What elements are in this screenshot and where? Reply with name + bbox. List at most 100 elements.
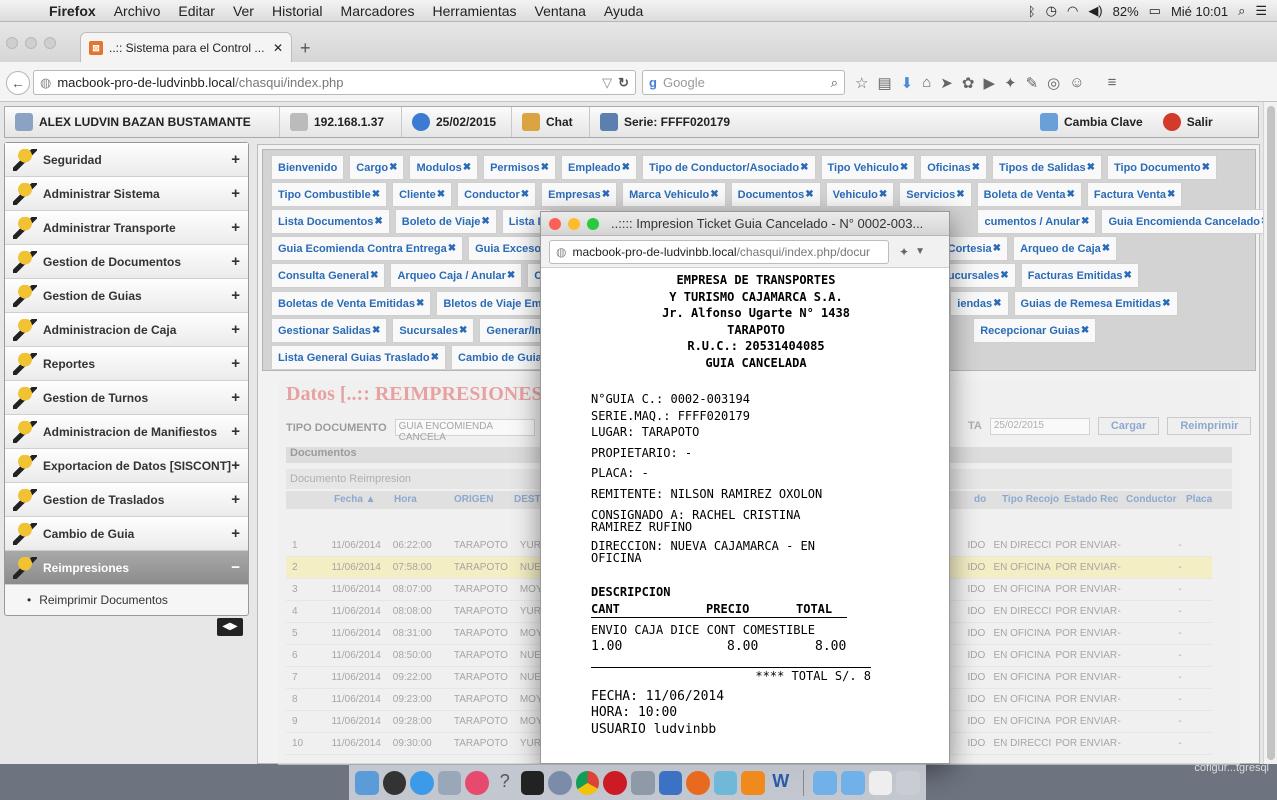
col-origen[interactable]: ORIGEN: [450, 491, 510, 509]
bookmark-star-icon[interactable]: ☆: [855, 74, 868, 92]
close-icon[interactable]: ✖: [805, 189, 813, 200]
url-bar[interactable]: ◍ macbook-pro-de-ludvinbb.local/chasqui/…: [33, 70, 636, 95]
reimprimir-button[interactable]: Reimprimir: [1167, 417, 1252, 435]
tab-gestionar-salidas[interactable]: Gestionar Salidas ✖: [271, 318, 388, 343]
tab-oficinas[interactable]: Oficinas ✖: [920, 155, 987, 180]
home-icon[interactable]: ⌂: [922, 74, 931, 92]
word-icon[interactable]: W: [769, 771, 793, 795]
close-icon[interactable]: ✖: [1162, 298, 1170, 309]
sidebar-item-gestion-turnos[interactable]: Gestion de Turnos +: [5, 381, 248, 415]
tab-arqueo-caja-anular[interactable]: Arqueo Caja / Anular ✖: [390, 263, 523, 288]
documents-folder-icon[interactable]: [841, 770, 865, 795]
tab-documentos-anular[interactable]: cumentos / Anular ✖: [977, 209, 1097, 234]
help-icon[interactable]: ?: [493, 771, 517, 795]
reload-icon[interactable]: ↻: [618, 75, 629, 91]
close-icon[interactable]: ✖: [602, 189, 610, 200]
close-icon[interactable]: ✖: [972, 162, 980, 173]
col-estado[interactable]: do: [970, 491, 998, 509]
terminal-icon[interactable]: [520, 770, 545, 795]
change-key-button[interactable]: Cambia Clave: [1030, 107, 1153, 137]
tab-documentos[interactable]: Documentos ✖: [730, 182, 821, 207]
sidebar-item-gestion-guias[interactable]: Gestion de Guias +: [5, 279, 248, 313]
scrollbar-thumb[interactable]: [1267, 106, 1275, 760]
close-icon[interactable]: ✖: [1167, 189, 1175, 200]
sidebar-item-administracion-manifiestos[interactable]: Administracion de Manifiestos +: [5, 415, 248, 449]
tab-boleto-viaje[interactable]: Boleto de Viaje ✖: [394, 209, 497, 234]
menu-ayuda[interactable]: Ayuda: [595, 3, 652, 19]
tab-cambio-guia[interactable]: Cambio de Guia: [451, 345, 549, 370]
close-icon[interactable]: ✖: [459, 325, 467, 336]
close-icon[interactable]: ✖: [1102, 243, 1110, 254]
col-conductor[interactable]: Conductor: [1122, 491, 1182, 509]
menu-ventana[interactable]: Ventana: [526, 3, 595, 19]
tab-servicios[interactable]: Servicios ✖: [899, 182, 972, 207]
back-button[interactable]: ←: [6, 71, 30, 95]
close-icon[interactable]: ✖: [1202, 162, 1210, 173]
tab-tipo-conductor[interactable]: Tipo de Conductor/Asociado ✖: [641, 155, 816, 180]
menu-ver[interactable]: Ver: [224, 3, 263, 19]
close-icon[interactable]: ✖: [437, 189, 445, 200]
cube-app-icon[interactable]: [713, 770, 738, 795]
tab-facturas-emitidas[interactable]: Facturas Emitidas ✖: [1020, 263, 1139, 288]
bluetooth-icon[interactable]: ᛒ: [1028, 4, 1036, 19]
close-icon[interactable]: ✖: [374, 216, 382, 227]
tab-boleta-venta[interactable]: Boleta de Venta ✖: [976, 182, 1082, 207]
chrome-icon[interactable]: [575, 770, 600, 795]
sidebar-item-cambio-guia[interactable]: Cambio de Guia +: [5, 517, 248, 551]
tab-cliente[interactable]: Cliente ✖: [392, 182, 453, 207]
window-zoom-button[interactable]: [44, 37, 56, 49]
close-icon[interactable]: ✖: [370, 270, 378, 281]
tab-encomiendas[interactable]: iendas ✖: [950, 291, 1009, 316]
tab-guias-remesa-emitidas[interactable]: Guias de Remesa Emitidas ✖: [1013, 291, 1178, 316]
tab-bienvenido[interactable]: Bienvenido: [271, 155, 345, 180]
sidebar-toggle-button[interactable]: ◀▶: [217, 618, 243, 636]
youtube-icon[interactable]: ▶: [983, 74, 995, 92]
close-icon[interactable]: ✖: [1067, 189, 1075, 200]
tab-factura-venta[interactable]: Factura Venta ✖: [1086, 182, 1183, 207]
close-icon[interactable]: ✖: [372, 325, 380, 336]
popup-close-button[interactable]: [549, 217, 561, 230]
sidebar-item-reportes[interactable]: Reportes +: [5, 347, 248, 381]
page-scrollbar[interactable]: [1263, 102, 1277, 764]
postgresql-icon[interactable]: [548, 770, 572, 795]
launchpad-icon[interactable]: [382, 770, 407, 795]
system-preferences-icon[interactable]: [630, 770, 655, 795]
close-icon[interactable]: ✖: [507, 270, 515, 281]
trash-icon[interactable]: [896, 770, 920, 795]
sidebar-item-gestion-documentos[interactable]: Gestion de Documentos +: [5, 245, 248, 279]
virtualbox-icon[interactable]: [658, 770, 683, 795]
close-tab-icon[interactable]: ✕: [273, 41, 283, 55]
close-icon[interactable]: ✖: [1081, 216, 1089, 227]
reading-list-icon[interactable]: ▤: [877, 74, 891, 92]
close-icon[interactable]: ✖: [448, 243, 456, 254]
tab-permisos[interactable]: Permisos ✖: [483, 155, 556, 180]
hamburger-menu-icon[interactable]: ≡: [1108, 74, 1117, 92]
addon2-icon[interactable]: ✦: [1004, 74, 1017, 92]
addon-icon[interactable]: ✿: [962, 74, 975, 92]
tab-empresas[interactable]: Empresas ✖: [541, 182, 618, 207]
preview-icon[interactable]: [437, 770, 462, 795]
tab-modulos[interactable]: Modulos ✖: [409, 155, 479, 180]
notification-center-icon[interactable]: ☰: [1255, 3, 1267, 19]
sidebar-subitem-reimprimir-documentos[interactable]: Reimprimir Documentos: [5, 585, 248, 615]
close-icon[interactable]: ✖: [622, 162, 630, 173]
tab-vehiculo[interactable]: Vehiculo ✖: [825, 182, 895, 207]
search-bar[interactable]: g Google ⌕: [642, 70, 845, 95]
tab-boletos-viaje-emitidos[interactable]: Bletos de Viaje Emit: [436, 291, 556, 316]
menu-editar[interactable]: Editar: [169, 3, 224, 19]
logout-button[interactable]: Salir: [1153, 107, 1223, 137]
tab-sucursales[interactable]: Sucursales ✖: [392, 318, 475, 343]
sidebar-item-administrar-transporte[interactable]: Administrar Transporte +: [5, 211, 248, 245]
browser-tab[interactable]: ⊠ ..:: Sistema para el Control ... ✕: [80, 32, 292, 62]
tab-recepcionar-guias[interactable]: Recepcionar Guias ✖: [973, 318, 1097, 343]
sidebar-item-exportacion-datos[interactable]: Exportacion de Datos [SISCONT] +: [5, 449, 248, 483]
popup-minimize-button[interactable]: [568, 217, 580, 230]
menu-firefox[interactable]: Firefox: [40, 3, 105, 19]
close-icon[interactable]: ✖: [389, 162, 397, 173]
tab-lista-documentos[interactable]: Lista Documentos ✖: [271, 209, 390, 234]
tab-boletas-emitidas[interactable]: Boletas de Venta Emitidas ✖: [271, 291, 432, 316]
new-tab-button[interactable]: +: [300, 38, 311, 59]
fecha-input[interactable]: 25/02/2015: [989, 417, 1090, 435]
time-machine-icon[interactable]: ◷: [1046, 3, 1057, 19]
wifi-icon[interactable]: ◠: [1067, 3, 1078, 19]
